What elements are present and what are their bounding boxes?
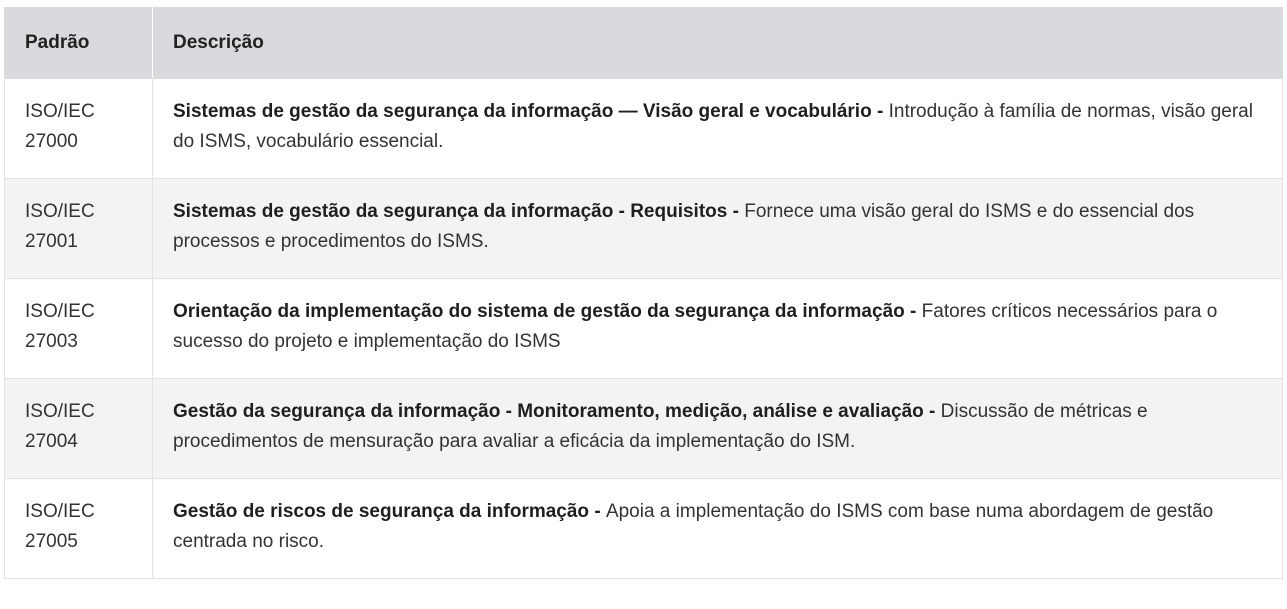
standard-prefix: ISO/IEC [25,301,95,322]
standard-prefix: ISO/IEC [25,501,95,522]
description-title: Sistemas de gestão da segurança da infor… [173,201,728,222]
description-cell: Sistemas de gestão da segurança da infor… [152,178,1283,279]
table-row: ISO/IEC 27001 Sistemas de gestão da segur… [4,178,1283,279]
description-cell: Gestão da segurança da informação - Moni… [152,378,1283,479]
standard-cell: ISO/IEC 27003 [4,278,153,379]
description-title: Orientação da implementação do sistema d… [173,301,905,322]
standards-table: Padrão Descrição ISO/IEC 27000 Sistemas d… [4,7,1283,579]
standard-prefix: ISO/IEC [25,401,95,422]
standard-number: 27001 [25,231,78,252]
header-row: Padrão Descrição [4,7,1283,79]
description-separator: - [904,301,922,322]
description-cell: Sistemas de gestão da segurança da infor… [152,78,1283,179]
description-title: Sistemas de gestão da segurança da infor… [173,101,872,122]
description-cell: Orientação da implementação do sistema d… [152,278,1283,379]
standard-number: 27005 [25,531,78,552]
description-title: Gestão da segurança da informação - Moni… [173,401,924,422]
table-header: Padrão Descrição [4,7,1283,79]
standard-cell: ISO/IEC 27005 [4,478,153,579]
description-separator: - [923,401,941,422]
standard-cell: ISO/IEC 27000 [4,78,153,179]
table-body: ISO/IEC 27000 Sistemas de gestão da segur… [4,78,1283,579]
description-title: Gestão de riscos de segurança da informa… [173,501,590,522]
table-row: ISO/IEC 27004 Gestão da segurança da info… [4,378,1283,479]
description-separator: - [589,501,606,522]
standard-number: 27004 [25,431,78,452]
standard-number: 27003 [25,331,78,352]
standard-prefix: ISO/IEC [25,201,95,222]
standard-prefix: ISO/IEC [25,101,95,122]
column-header-standard: Padrão [4,7,153,79]
description-cell: Gestão de riscos de segurança da informa… [152,478,1283,579]
description-separator: - [871,101,889,122]
table-row: ISO/IEC 27003 Orientação da implementação… [4,278,1283,379]
standard-number: 27000 [25,131,78,152]
standard-cell: ISO/IEC 27004 [4,378,153,479]
standard-cell: ISO/IEC 27001 [4,178,153,279]
table-row: ISO/IEC 27005 Gestão de riscos de seguran… [4,478,1283,579]
description-separator: - [727,201,745,222]
column-header-description: Descrição [152,7,1283,79]
table-row: ISO/IEC 27000 Sistemas de gestão da segur… [4,78,1283,179]
